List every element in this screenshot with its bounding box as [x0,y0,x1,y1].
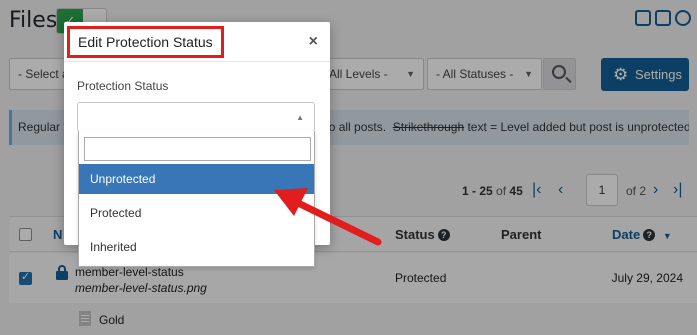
option-unprotected[interactable]: Unprotected [79,164,314,194]
dropdown-search-input[interactable] [84,137,311,161]
protection-status-label: Protection Status [77,79,169,93]
close-icon[interactable]: × [309,33,318,51]
chevron-up-icon: ▲ [296,113,304,122]
protection-status-dropdown: Unprotected Protected Inherited [78,131,315,267]
modal-header: Edit Protection Status × [64,22,330,62]
modal-title: Edit Protection Status [67,26,224,58]
option-inherited[interactable]: Inherited [79,232,314,262]
option-protected[interactable]: Protected [79,198,314,228]
protection-status-select[interactable]: ▲ [77,102,315,132]
